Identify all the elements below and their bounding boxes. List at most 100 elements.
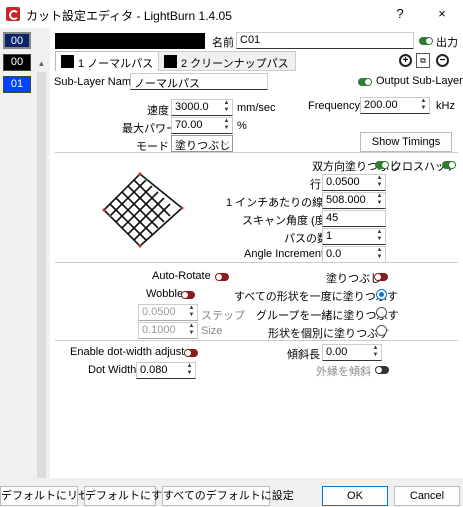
ok-button[interactable]: OK: [322, 486, 388, 506]
fill-all-at-once-label: すべての形状を一度に塗りつぶす: [234, 291, 398, 303]
scroll-track[interactable]: [37, 72, 46, 492]
tab-normal-pass[interactable]: 1 ノーマルパス: [55, 51, 161, 71]
wobble-step-input[interactable]: 0.0500 ▲ ▼: [138, 304, 198, 321]
lightburn-app-icon: [6, 7, 20, 21]
ramp-outer-edge-toggle[interactable]: [375, 366, 389, 374]
layer-tile-00[interactable]: 00: [3, 54, 31, 71]
spin-arrows-icon[interactable]: ▲ ▼: [419, 98, 428, 113]
max-power-value: 70.00: [175, 119, 203, 131]
speed-value: 3000.0: [175, 101, 209, 113]
frequency-input[interactable]: 200.00 ▲ ▼: [360, 97, 430, 114]
scan-angle-value: 45: [326, 212, 339, 224]
fill-shapes-individually-radio[interactable]: [376, 325, 387, 336]
spin-arrows-icon[interactable]: ▲ ▼: [371, 345, 380, 360]
pass-count-value: 1: [326, 230, 333, 242]
fill-all-at-once-radio[interactable]: [376, 289, 387, 300]
cancel-button[interactable]: Cancel: [394, 486, 460, 506]
add-sublayer-icon[interactable]: +: [399, 54, 412, 67]
tab-cleanup-pass-label: 2 クリーンナップパス: [181, 58, 289, 70]
remove-sublayer-icon[interactable]: −: [436, 54, 449, 67]
lines-per-inch-value: 508.000: [326, 194, 366, 206]
window-title: カット設定エディタ - LightBurn 1.4.05: [26, 9, 232, 23]
sublayer-name-input[interactable]: ノーマルパス: [130, 73, 268, 90]
scan-angle-input[interactable]: 45: [322, 210, 386, 227]
bidirectional-fill-toggle[interactable]: [375, 161, 389, 169]
dot-width-label: Dot Width:: [88, 364, 140, 376]
copy-sublayer-icon[interactable]: ⧉: [416, 53, 430, 68]
max-power-label: 最大パワー: [122, 123, 177, 135]
spin-arrows-icon[interactable]: ▲ ▼: [187, 305, 196, 320]
divider: [55, 152, 458, 153]
spin-arrows-icon[interactable]: ▲ ▼: [375, 229, 384, 244]
hatch-endpoint: [108, 214, 112, 218]
spin-arrows-icon[interactable]: ▲ ▼: [222, 118, 231, 133]
wobble-size-input[interactable]: 0.1000 ▲ ▼: [138, 322, 198, 339]
spin-arrows-icon[interactable]: ▲ ▼: [375, 247, 384, 262]
line-interval-input[interactable]: 0.0500 ▲ ▼: [322, 174, 386, 191]
dialog-footer: デフォルトにリセット デフォルトにする すべてのデフォルトに設定 OK Canc…: [0, 478, 463, 507]
spin-arrows-icon[interactable]: ▲ ▼: [185, 363, 194, 378]
wobble-label: Wobble: [146, 288, 184, 300]
lines-per-inch-label: 1 インチあたりの線数: [226, 197, 335, 209]
fill-groups-together-radio[interactable]: [376, 307, 387, 318]
sublayer-name-label: Sub-Layer Name: [54, 76, 138, 88]
close-button[interactable]: ×: [432, 4, 452, 24]
frequency-unit: kHz: [436, 100, 455, 112]
speed-input[interactable]: 3000.0 ▲ ▼: [171, 99, 233, 116]
tab-cleanup-pass[interactable]: 2 クリーンナップパス: [158, 51, 296, 71]
spin-arrows-icon[interactable]: ▲ ▼: [222, 100, 231, 115]
ramp-length-input[interactable]: 0.00 ▲ ▼: [322, 344, 382, 361]
show-timings-button[interactable]: Show Timings: [360, 132, 452, 152]
ramp-outer-edge-label: 外縁を傾斜: [316, 366, 371, 378]
divider: [55, 262, 458, 263]
output-sublayer-label: Output Sub-Layer: [376, 75, 463, 87]
mode-select[interactable]: 塗りつぶし ⌵: [171, 135, 233, 152]
hatch-endpoint: [102, 208, 106, 212]
ramp-length-label: 傾斜長: [287, 349, 320, 361]
angle-increment-label: Angle Increment: [244, 248, 325, 260]
spin-arrows-icon[interactable]: ▲ ▼: [187, 323, 196, 338]
dot-width-adjust-label: Enable dot-width adjust: [70, 346, 185, 358]
max-power-input[interactable]: 70.00 ▲ ▼: [171, 117, 233, 134]
fill-pattern-preview: [102, 172, 184, 248]
layer-sidebar: 00 00 01 ▲ ▼: [0, 28, 50, 507]
layer-tile-01[interactable]: 01: [3, 76, 31, 93]
wobble-size-value: 0.1000: [142, 324, 176, 336]
help-button[interactable]: ?: [390, 4, 410, 24]
hatch-endpoint: [138, 172, 142, 176]
layer-scrollbar[interactable]: ▲ ▼: [35, 58, 48, 504]
ramp-length-value: 0.00: [326, 346, 348, 358]
reset-default-button[interactable]: デフォルトにリセット: [0, 486, 111, 506]
layer-tile-00-selected[interactable]: 00: [3, 32, 31, 49]
wobble-step-value: 0.0500: [142, 306, 176, 318]
dot-width-value: 0.080: [140, 364, 168, 376]
frequency-value: 200.00: [364, 99, 398, 111]
frequency-label: Frequency: [308, 100, 360, 112]
name-input[interactable]: C01: [236, 32, 414, 49]
set-all-default-button[interactable]: すべてのデフォルトに設定: [162, 486, 294, 506]
angle-increment-input[interactable]: 0.0 ▲ ▼: [322, 246, 386, 263]
auto-rotate-toggle[interactable]: [215, 273, 229, 281]
make-default-button[interactable]: デフォルトにする: [84, 486, 173, 506]
speed-unit: mm/sec: [237, 102, 276, 114]
angle-increment-value: 0.0: [326, 248, 342, 260]
fill-shapes-label: 塗りつぶし: [326, 273, 382, 285]
dot-width-adjust-toggle[interactable]: [184, 349, 198, 357]
tab-color-swatch: [164, 55, 177, 68]
name-label: 名前: [212, 37, 234, 49]
hatch-endpoint: [138, 244, 142, 248]
output-toggle[interactable]: [419, 37, 433, 45]
spin-arrows-icon[interactable]: ▲ ▼: [375, 175, 384, 190]
fill-shapes-individually-label: 形状を個別に塗りつぶす: [268, 328, 390, 340]
pass-count-input[interactable]: 1 ▲ ▼: [322, 228, 386, 245]
tab-color-swatch: [61, 55, 74, 68]
wobble-toggle[interactable]: [181, 291, 195, 299]
scroll-up-icon[interactable]: ▲: [35, 58, 48, 70]
spin-arrows-icon[interactable]: ▲ ▼: [375, 193, 384, 208]
max-power-unit: %: [237, 120, 247, 132]
crosshatch-toggle[interactable]: [442, 161, 456, 169]
fill-shapes-toggle[interactable]: [374, 273, 388, 281]
dot-width-input[interactable]: 0.080 ▲ ▼: [136, 362, 196, 379]
lines-per-inch-input[interactable]: 508.000 ▲ ▼: [322, 192, 386, 209]
output-sublayer-toggle[interactable]: [358, 78, 372, 86]
